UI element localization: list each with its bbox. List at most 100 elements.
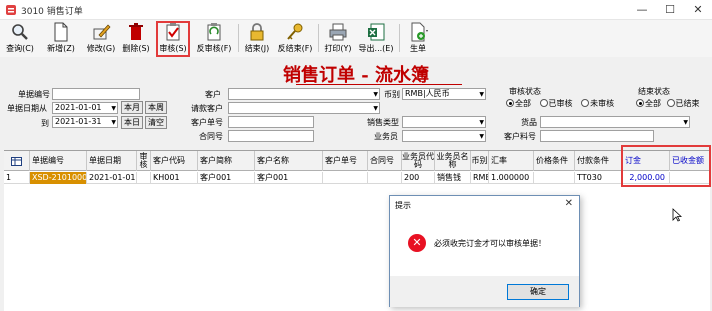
table-row[interactable]: 1 XSD-21010001 2021-01-01 KH001 客户001 客户… <box>4 172 710 184</box>
end-status-label: 结束状态 <box>638 87 670 96</box>
order-grid: 单据编号 单据日期 审核 客户代码 客户简称 客户名称 客户单号 合同号 业务员… <box>4 150 710 311</box>
order-date-cell[interactable]: 2021-01-01 <box>87 172 137 184</box>
customer-no-input[interactable] <box>228 116 314 128</box>
audit-status-label: 审核状态 <box>509 87 541 96</box>
toolbar-separator <box>318 24 319 52</box>
column-header[interactable]: 客户名称 <box>255 151 323 171</box>
currency-cell[interactable]: RMB <box>471 172 489 184</box>
radio-icon <box>636 99 644 107</box>
column-header[interactable]: 汇率 <box>489 151 534 171</box>
contract-input[interactable] <box>228 130 314 142</box>
chevron-down-icon: ▼ <box>479 119 484 126</box>
customer-name-cell[interactable]: 客户001 <box>255 172 323 184</box>
chevron-down-icon: ▼ <box>373 105 378 112</box>
salesman-name-cell[interactable]: 销售钱 <box>435 172 471 184</box>
ok-button[interactable]: 确定 <box>507 284 569 300</box>
end-option-ended-label: 已结束 <box>675 99 700 108</box>
dialog-footer: 确定 <box>390 276 579 307</box>
app-icon <box>6 5 16 15</box>
order-no-input[interactable] <box>52 88 140 100</box>
currency-select[interactable]: RMB|人民币 ▼ <box>402 88 486 100</box>
date-to-label: 到 <box>41 119 49 128</box>
column-header[interactable]: 客户单号 <box>323 151 368 171</box>
salesman-select[interactable]: ▼ <box>402 130 486 142</box>
column-header[interactable]: 价格条件 <box>534 151 575 171</box>
query-label: 查询(C) <box>6 44 34 53</box>
audit-option-unapproved[interactable]: 未审核 <box>581 99 614 108</box>
delete-button[interactable]: 删除(S) <box>120 22 152 55</box>
minimize-button[interactable]: — <box>628 0 656 20</box>
payment-terms-cell[interactable]: TT030 <box>575 172 623 184</box>
column-header[interactable]: 客户简称 <box>198 151 255 171</box>
column-header[interactable]: 业务员名称 <box>435 151 471 171</box>
customer-select[interactable]: ▼ <box>228 88 380 100</box>
alert-dialog: 提示 ✕ ✕ 必须收完订金才可以审核单据！ 确定 <box>389 195 580 307</box>
chevron-down-icon: ▼ <box>111 119 116 126</box>
date-from-picker[interactable]: 2021-01-01 ▼ <box>52 102 118 114</box>
chevron-down-icon: ▼ <box>683 119 688 126</box>
new-button[interactable]: 新增(Z) <box>44 22 78 55</box>
salesman-code-cell[interactable]: 200 <box>402 172 435 184</box>
chevron-down-icon: ▼ <box>373 91 378 98</box>
price-terms-cell[interactable] <box>534 172 575 184</box>
column-header[interactable]: 合同号 <box>368 151 402 171</box>
unend-button[interactable]: 反结束(F) <box>276 22 314 55</box>
maximize-button[interactable]: ☐ <box>656 0 684 20</box>
today-button[interactable]: 本日 <box>121 116 143 129</box>
currency-label: 币别 <box>384 90 400 99</box>
key-icon <box>287 23 303 40</box>
edit-button[interactable]: 修改(G) <box>84 22 118 55</box>
export-button[interactable]: 导出...(E) <box>356 22 396 55</box>
contract-cell[interactable] <box>368 172 402 184</box>
sales-type-select[interactable]: ▼ <box>402 116 486 128</box>
close-icon[interactable]: ✕ <box>565 198 573 209</box>
unapprove-button[interactable]: 反审核(F) <box>194 22 234 55</box>
column-header[interactable]: 审核 <box>137 151 151 171</box>
radio-icon <box>539 99 548 107</box>
this-month-button[interactable]: 本月 <box>121 101 143 114</box>
print-icon <box>329 23 347 41</box>
product-select[interactable]: ▼ <box>540 116 690 128</box>
end-button[interactable]: 结束(J) <box>242 22 272 55</box>
column-header[interactable]: 业务员代码 <box>402 151 435 171</box>
title-underline <box>296 84 462 85</box>
order-no-cell[interactable]: XSD-21010001 <box>30 172 87 184</box>
new-doc-icon <box>54 22 68 42</box>
query-button[interactable]: 查询(C) <box>4 22 36 55</box>
generate-button[interactable]: 生单 <box>403 22 433 55</box>
search-icon <box>12 24 28 40</box>
radio-icon <box>666 99 675 107</box>
this-week-button[interactable]: 本周 <box>145 101 167 114</box>
audit-option-all[interactable]: 全部 <box>506 99 531 108</box>
date-to-picker[interactable]: 2021-01-31 ▼ <box>52 116 118 128</box>
requester-select[interactable]: ▼ <box>228 102 380 114</box>
lock-icon <box>250 23 264 41</box>
clear-button[interactable]: 清空 <box>145 116 167 129</box>
column-header[interactable]: 客户代码 <box>151 151 198 171</box>
dialog-body: ✕ 必须收完订金才可以审核单据！ <box>390 214 579 276</box>
end-option-all[interactable]: 全部 <box>636 99 661 108</box>
column-header[interactable]: 单据日期 <box>87 151 137 171</box>
audit-option-all-label: 全部 <box>515 99 531 108</box>
customer-no-label: 客户单号 <box>191 118 223 127</box>
customer-code-cell[interactable]: KH001 <box>151 172 198 184</box>
audit-cell[interactable] <box>137 172 151 184</box>
end-option-all-label: 全部 <box>645 99 661 108</box>
customer-order-cell[interactable] <box>323 172 368 184</box>
rate-cell[interactable]: 1.000000 <box>489 172 534 184</box>
deposit-highlight-box <box>621 145 711 187</box>
end-option-ended[interactable]: 已结束 <box>666 99 700 108</box>
chevron-down-icon: ▼ <box>479 133 484 140</box>
customer-short-cell[interactable]: 客户001 <box>198 172 255 184</box>
audit-status-group: 全部 已审核 未审核 <box>506 98 614 109</box>
audit-option-approved[interactable]: 已审核 <box>539 99 573 108</box>
dialog-title: 提示 <box>395 201 411 210</box>
print-button[interactable]: 打印(Y) <box>322 22 354 55</box>
close-window-button[interactable]: ✕ <box>684 0 712 20</box>
column-header[interactable]: 单据编号 <box>30 151 87 171</box>
end-status-group: 全部 已结束 <box>636 98 700 109</box>
column-header[interactable]: 币别 <box>471 151 489 171</box>
column-header[interactable]: 付款条件 <box>575 151 623 171</box>
customer-part-input[interactable] <box>540 130 654 142</box>
customer-part-label: 客户料号 <box>504 132 536 141</box>
